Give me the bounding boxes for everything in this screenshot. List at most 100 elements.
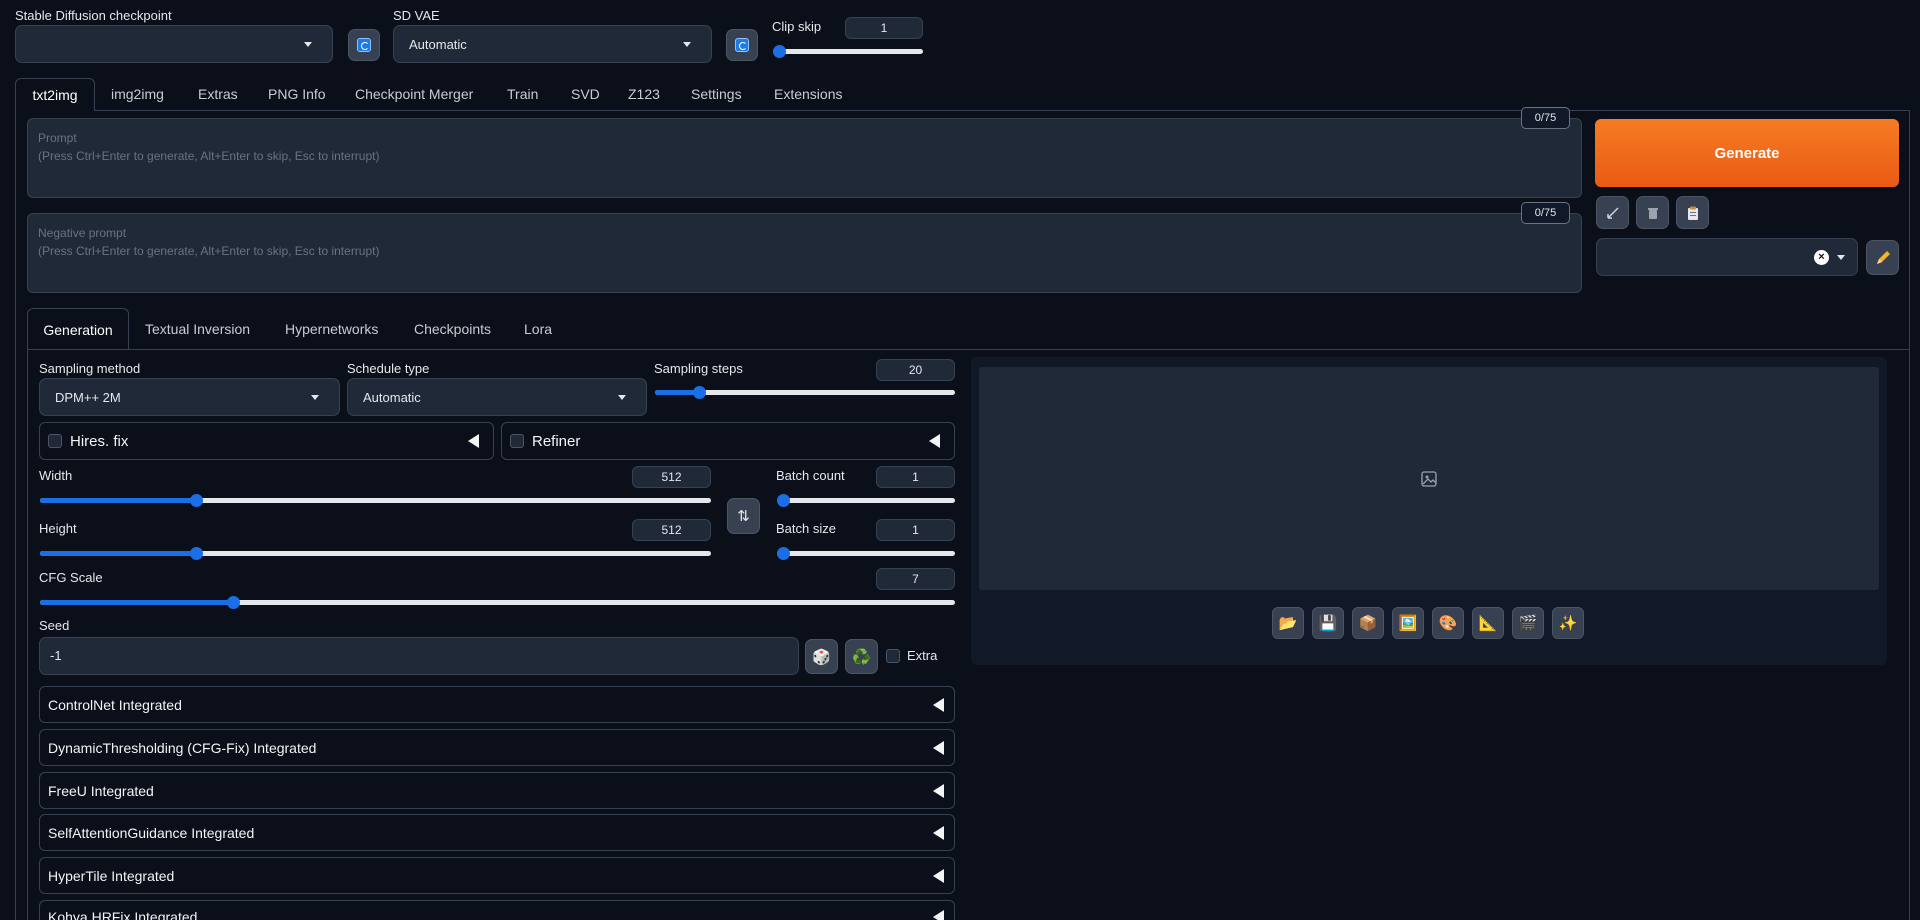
refresh-icon [735, 38, 749, 52]
open-folder-button[interactable]: 📂 [1272, 607, 1304, 639]
accordion-label: SelfAttentionGuidance Integrated [48, 824, 255, 841]
checkpoint-dropdown[interactable] [15, 25, 333, 63]
height-input[interactable]: 512 [632, 519, 711, 541]
negative-prompt-textarea[interactable]: Negative prompt (Press Ctrl+Enter to gen… [27, 213, 1582, 293]
swap-dimensions-button[interactable]: ⇅ [727, 498, 760, 534]
tab-extensions[interactable]: Extensions [774, 86, 842, 102]
collapse-triangle-icon [933, 825, 944, 840]
tab-svd[interactable]: SVD [571, 86, 600, 102]
schedule-type-dropdown[interactable]: Automatic [347, 378, 647, 416]
svd-button[interactable]: 🎬 [1512, 607, 1544, 639]
tab-z123[interactable]: Z123 [628, 86, 660, 102]
refresh-checkpoint-button[interactable] [348, 29, 380, 61]
tab-png-info[interactable]: PNG Info [268, 86, 326, 102]
clip-skip-slider[interactable] [773, 41, 923, 61]
seed-label: Seed [39, 618, 70, 633]
negative-prompt-placeholder: Negative prompt [38, 226, 127, 240]
accordion-self-attention-guidance[interactable]: SelfAttentionGuidance Integrated [39, 814, 955, 851]
hires-fix-accordion[interactable]: Hires. fix [39, 422, 494, 460]
prompt-hint: (Press Ctrl+Enter to generate, Alt+Enter… [38, 149, 380, 163]
random-seed-button[interactable]: 🎲 [805, 639, 838, 674]
read-params-button[interactable] [1596, 196, 1629, 229]
clear-prompt-button[interactable] [1636, 196, 1669, 229]
tabs-divider [15, 110, 1910, 111]
dice-icon: 🎲 [812, 648, 831, 666]
chevron-down-icon [1837, 255, 1845, 260]
sampling-method-dropdown[interactable]: DPM++ 2M [39, 378, 340, 416]
tab-img2img[interactable]: img2img [111, 86, 164, 102]
prompt-textarea[interactable]: Prompt (Press Ctrl+Enter to generate, Al… [27, 118, 1582, 198]
styles-dropdown[interactable]: × [1596, 238, 1858, 276]
send-to-img2img-button[interactable]: 🖼️ [1392, 607, 1424, 639]
clear-icon[interactable]: × [1814, 250, 1829, 265]
edit-styles-button[interactable] [1866, 240, 1899, 275]
width-label: Width [39, 468, 73, 483]
trash-icon [1647, 207, 1658, 219]
arrow-diagonal-icon [1606, 206, 1619, 219]
accordion-kohya-hrfix[interactable]: Kohya HRFix Integrated [39, 900, 955, 920]
clip-skip-input[interactable]: 1 [845, 17, 923, 39]
refresh-vae-button[interactable] [726, 29, 758, 61]
send-to-inpaint-button[interactable]: 🎨 [1432, 607, 1464, 639]
tab-settings[interactable]: Settings [691, 86, 742, 102]
vae-dropdown[interactable]: Automatic [393, 25, 712, 63]
extra-seed-label: Extra [907, 648, 938, 663]
collapse-triangle-icon [933, 783, 944, 798]
tab-extras[interactable]: Extras [198, 86, 238, 102]
reuse-seed-button[interactable]: ♻️ [845, 639, 878, 674]
refiner-accordion[interactable]: Refiner [501, 422, 955, 460]
sampling-steps-slider[interactable] [655, 382, 955, 402]
collapse-triangle-icon [929, 434, 940, 448]
width-input[interactable]: 512 [632, 466, 711, 488]
tab-textual-inversion[interactable]: Textual Inversion [145, 321, 250, 337]
accordion-hypertile[interactable]: HyperTile Integrated [39, 857, 955, 894]
send-to-extras-button[interactable]: 📐 [1472, 607, 1504, 639]
chevron-down-icon [311, 395, 319, 400]
svd-icon: 🎬 [1518, 615, 1538, 632]
gen-panel-border [27, 349, 28, 920]
image-placeholder-icon [1421, 470, 1437, 487]
tab-lora[interactable]: Lora [524, 321, 552, 337]
sampling-steps-input[interactable]: 20 [876, 359, 955, 381]
checkpoint-label: Stable Diffusion checkpoint [15, 8, 172, 23]
tab-train[interactable]: Train [507, 86, 538, 102]
tab-txt2img[interactable]: txt2img [15, 78, 95, 111]
negative-prompt-hint: (Press Ctrl+Enter to generate, Alt+Enter… [38, 244, 380, 258]
paste-button[interactable] [1676, 196, 1709, 229]
folder-icon: 📂 [1278, 615, 1298, 632]
batch-size-slider[interactable] [777, 543, 955, 563]
accordion-controlnet[interactable]: ControlNet Integrated [39, 686, 955, 723]
send-to-extras-icon: 📐 [1478, 615, 1498, 632]
save-button[interactable]: 💾 [1312, 607, 1344, 639]
tab-generation[interactable]: Generation [27, 308, 129, 350]
tab-checkpoints[interactable]: Checkpoints [414, 321, 491, 337]
height-slider[interactable] [40, 543, 711, 563]
accordion-freeu[interactable]: FreeU Integrated [39, 772, 955, 809]
prompt-token-counter: 0/75 [1521, 107, 1570, 129]
seed-input[interactable]: -1 [39, 637, 799, 675]
batch-count-input[interactable]: 1 [876, 466, 955, 488]
tab-checkpoint-merger[interactable]: Checkpoint Merger [355, 86, 473, 102]
negative-prompt-token-counter: 0/75 [1521, 202, 1570, 224]
width-slider[interactable] [40, 490, 711, 510]
cfg-scale-input[interactable]: 7 [876, 568, 955, 590]
vae-label: SD VAE [393, 8, 440, 23]
accordion-label: HyperTile Integrated [48, 867, 175, 884]
save-icon: 💾 [1318, 615, 1338, 632]
zip-icon: 📦 [1358, 615, 1378, 632]
refiner-checkbox[interactable] [510, 434, 524, 448]
accordion-dynamic-thresholding[interactable]: DynamicThresholding (CFG-Fix) Integrated [39, 729, 955, 766]
chevron-down-icon [683, 42, 691, 47]
batch-count-slider[interactable] [777, 490, 955, 510]
height-label: Height [39, 521, 77, 536]
batch-size-input[interactable]: 1 [876, 519, 955, 541]
extra-seed-checkbox[interactable] [886, 649, 900, 663]
cfg-scale-slider[interactable] [40, 592, 955, 612]
hires-fix-checkbox[interactable] [48, 434, 62, 448]
tab-hypernetworks[interactable]: Hypernetworks [285, 321, 378, 337]
output-image-area [979, 367, 1879, 590]
zip-button[interactable]: 📦 [1352, 607, 1384, 639]
sparkle-button[interactable]: ✨ [1552, 607, 1584, 639]
panel-right-border [1909, 110, 1910, 920]
generate-button[interactable]: Generate [1595, 119, 1899, 187]
